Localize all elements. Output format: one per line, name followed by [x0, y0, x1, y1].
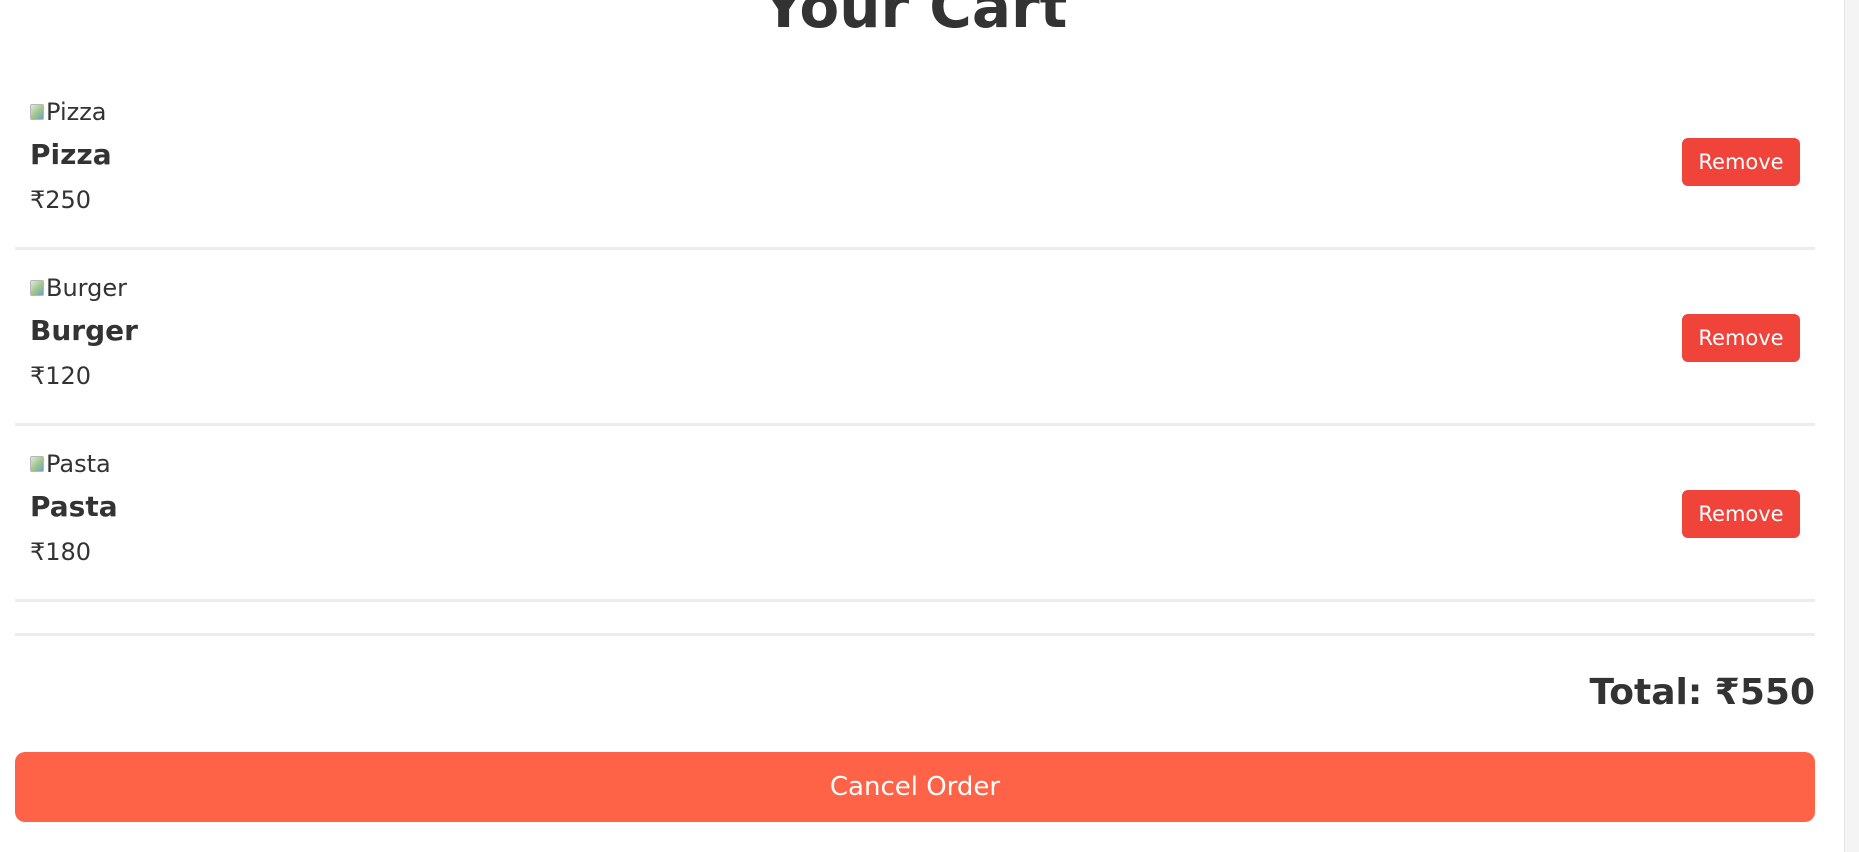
cart-item-pasta: Pasta Pasta ₹180 Remove	[15, 428, 1815, 602]
broken-image-icon	[30, 104, 44, 120]
item-price: ₹180	[30, 538, 92, 566]
item-image-alt: Burger	[46, 274, 127, 302]
page-title: Your Cart	[762, 0, 1068, 41]
item-image-alt: Pasta	[46, 450, 111, 478]
cart-list: Pizza Pizza ₹250 Remove Burger Burger ₹1…	[15, 76, 1815, 604]
item-name: Pizza	[30, 138, 112, 171]
remove-button[interactable]: Remove	[1682, 138, 1800, 186]
item-image-broken: Burger	[30, 274, 127, 302]
cart-item-pizza: Pizza Pizza ₹250 Remove	[15, 76, 1815, 250]
cart-page: Your Cart Pizza Pizza ₹250 Remove Burger…	[0, 0, 1859, 852]
broken-image-icon	[30, 280, 44, 296]
item-price: ₹250	[30, 186, 92, 214]
item-image-alt: Pizza	[46, 98, 107, 126]
item-image-broken: Pasta	[30, 450, 111, 478]
total-divider	[15, 633, 1815, 636]
broken-image-icon	[30, 456, 44, 472]
item-image-broken: Pizza	[30, 98, 107, 126]
remove-button[interactable]: Remove	[1682, 490, 1800, 538]
item-name: Burger	[30, 314, 138, 347]
remove-button[interactable]: Remove	[1682, 314, 1800, 362]
cart-item-burger: Burger Burger ₹120 Remove	[15, 252, 1815, 426]
vertical-scrollbar[interactable]	[1844, 0, 1859, 852]
cart-total: Total: ₹550	[1589, 672, 1815, 713]
cancel-order-button[interactable]: Cancel Order	[15, 752, 1815, 822]
item-name: Pasta	[30, 490, 118, 523]
item-price: ₹120	[30, 362, 92, 390]
